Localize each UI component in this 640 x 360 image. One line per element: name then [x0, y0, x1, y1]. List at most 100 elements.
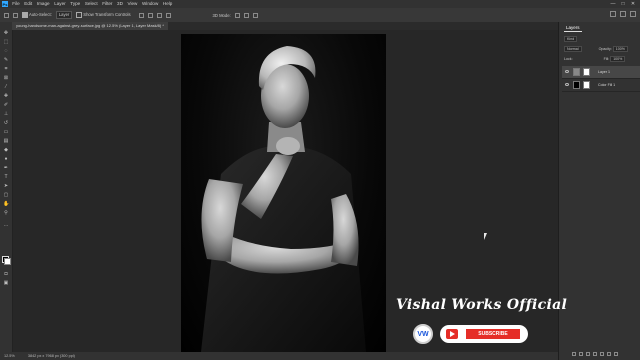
distribute-icon[interactable]: [165, 12, 171, 18]
tools-panel: ✥ ⬚ ◌ ✎ ⌗ ⊠ ⁄ ✚ ✐ ⊥ ↺ ▭ ▤ ◆ ● ✒ T ➤ ▢ ✋ …: [0, 22, 13, 360]
fill-field[interactable]: 100%: [610, 56, 626, 62]
quick-mask-icon[interactable]: ◘: [3, 271, 9, 277]
checkbox-icon: [76, 12, 83, 18]
auto-select-dropdown[interactable]: Layer: [55, 11, 73, 19]
pen-tool-icon[interactable]: ✒: [3, 165, 9, 171]
menu-image[interactable]: Image: [35, 0, 52, 8]
youtube-play-icon: [446, 329, 458, 339]
type-tool-icon[interactable]: T: [3, 174, 9, 180]
pan-icon[interactable]: [252, 12, 258, 18]
menu-type[interactable]: Type: [68, 0, 83, 8]
visibility-eye-icon[interactable]: [565, 83, 569, 86]
menu-edit[interactable]: Edit: [22, 0, 35, 8]
more-tools-icon[interactable]: …: [3, 222, 9, 228]
auto-select-checkbox[interactable]: Auto-Select:: [22, 12, 52, 18]
blur-tool-icon[interactable]: ◆: [3, 147, 9, 153]
opacity-field[interactable]: 100%: [612, 46, 628, 52]
search-icon[interactable]: [610, 11, 616, 17]
marquee-tool-icon[interactable]: ⬚: [3, 39, 9, 45]
menu-bar: Ps File Edit Image Layer Type Select Fil…: [0, 0, 640, 8]
hand-tool-icon[interactable]: ✋: [3, 201, 9, 207]
new-group-icon[interactable]: [600, 352, 604, 356]
screen-mode-icon[interactable]: ▣: [3, 280, 9, 286]
menu-view[interactable]: View: [125, 0, 139, 8]
document-size: 3842 px x 7968 px (300 ppi): [27, 354, 75, 358]
move-tool-icon[interactable]: ✥: [3, 30, 9, 36]
dodge-tool-icon[interactable]: ●: [3, 156, 9, 162]
close-button[interactable]: ✕: [628, 0, 638, 8]
add-mask-icon[interactable]: [586, 352, 590, 356]
menu-select[interactable]: Select: [83, 0, 100, 8]
menu-layer[interactable]: Layer: [52, 0, 68, 8]
zoom-level[interactable]: 12.5%: [4, 354, 15, 358]
gradient-tool-icon[interactable]: ▤: [3, 138, 9, 144]
layer-row-color-fill-1[interactable]: Color Fill 1: [562, 79, 640, 92]
layer-mask-thumbnail[interactable]: [583, 81, 590, 89]
fill-label: Fill:: [603, 57, 610, 61]
layers-panel-footer: [572, 352, 621, 356]
eraser-tool-icon[interactable]: ▭: [3, 129, 9, 135]
align-center-icon[interactable]: [147, 12, 153, 18]
layers-tab[interactable]: Layers: [564, 24, 582, 32]
layer-row-layer-1[interactable]: Layer 1: [562, 66, 640, 79]
background-color-swatch[interactable]: [4, 258, 11, 265]
show-transform-label: Show Transform Controls: [83, 12, 131, 18]
menu-3d[interactable]: 3D: [115, 0, 125, 8]
photoshop-logo: Ps: [2, 1, 8, 7]
crop-tool-icon[interactable]: ⌗: [3, 66, 9, 72]
workspace-icon[interactable]: [620, 11, 626, 17]
move-tool-icon[interactable]: [4, 12, 9, 18]
lock-label: Lock:: [564, 57, 573, 61]
quick-select-tool-icon[interactable]: ✎: [3, 57, 9, 63]
layer-thumbnail: [573, 81, 580, 89]
orbit-icon[interactable]: [234, 12, 240, 18]
trash-icon[interactable]: [614, 352, 618, 356]
adjustment-layer-icon[interactable]: [593, 352, 597, 356]
menu-filter[interactable]: Filter: [100, 0, 115, 8]
eyedropper-tool-icon[interactable]: ⁄: [3, 84, 9, 90]
frame-tool-icon[interactable]: ⊠: [3, 75, 9, 81]
document-tab[interactable]: young-handsome-man-against-grey-surface.…: [12, 22, 168, 30]
menu-window[interactable]: Window: [140, 0, 161, 8]
lock-row: Lock: Fill: 100%: [564, 56, 626, 62]
kind-filter-dropdown[interactable]: Kind: [564, 36, 578, 42]
align-left-icon[interactable]: [138, 12, 144, 18]
menu-file[interactable]: File: [10, 0, 22, 8]
subscribe-button[interactable]: SUBSCRIBE: [440, 325, 528, 343]
layer-thumbnail: [573, 68, 580, 76]
blend-row: Normal Opacity: 100%: [564, 46, 628, 52]
zoom-tool-icon[interactable]: ⚲: [3, 210, 9, 216]
layer-mask-thumbnail[interactable]: [583, 68, 590, 76]
brush-tool-icon[interactable]: ✐: [3, 102, 9, 108]
mouse-cursor-icon: [484, 233, 487, 240]
share-icon[interactable]: [630, 11, 636, 17]
shape-tool-icon[interactable]: ▢: [3, 192, 9, 198]
healing-tool-icon[interactable]: ✚: [3, 93, 9, 99]
link-layers-icon[interactable]: [572, 352, 576, 356]
filter-row: Kind: [564, 36, 578, 42]
options-bar: Auto-Select: Layer Show Transform Contro…: [0, 8, 640, 23]
stamp-tool-icon[interactable]: ⊥: [3, 111, 9, 117]
blend-mode-dropdown[interactable]: Normal: [564, 46, 582, 52]
show-transform-checkbox[interactable]: Show Transform Controls: [76, 12, 131, 18]
path-select-icon[interactable]: ➤: [3, 183, 9, 189]
layers-panel: Layers Kind Normal Opacity: 100% Lock: F…: [562, 22, 640, 360]
roll-icon[interactable]: [243, 12, 249, 18]
layer-style-icon[interactable]: [579, 352, 583, 356]
new-layer-icon[interactable]: [607, 352, 611, 356]
window-controls: — □ ✕: [608, 0, 638, 8]
lasso-tool-icon[interactable]: ◌: [3, 48, 9, 54]
maximize-button[interactable]: □: [618, 0, 628, 8]
menu-help[interactable]: Help: [161, 0, 175, 8]
tool-preset-icon[interactable]: [13, 12, 18, 18]
layer-name: Color Fill 1: [598, 83, 616, 87]
document-tab-bar: young-handsome-man-against-grey-surface.…: [12, 22, 558, 30]
options-right-group: [606, 11, 636, 17]
align-right-icon[interactable]: [156, 12, 162, 18]
visibility-eye-icon[interactable]: [565, 70, 569, 73]
history-brush-icon[interactable]: ↺: [3, 120, 9, 126]
status-bar: 12.5% 3842 px x 7968 px (300 ppi): [0, 352, 558, 360]
layer-name: Layer 1: [598, 70, 610, 74]
subscribe-label: SUBSCRIBE: [466, 329, 520, 339]
minimize-button[interactable]: —: [608, 0, 618, 8]
